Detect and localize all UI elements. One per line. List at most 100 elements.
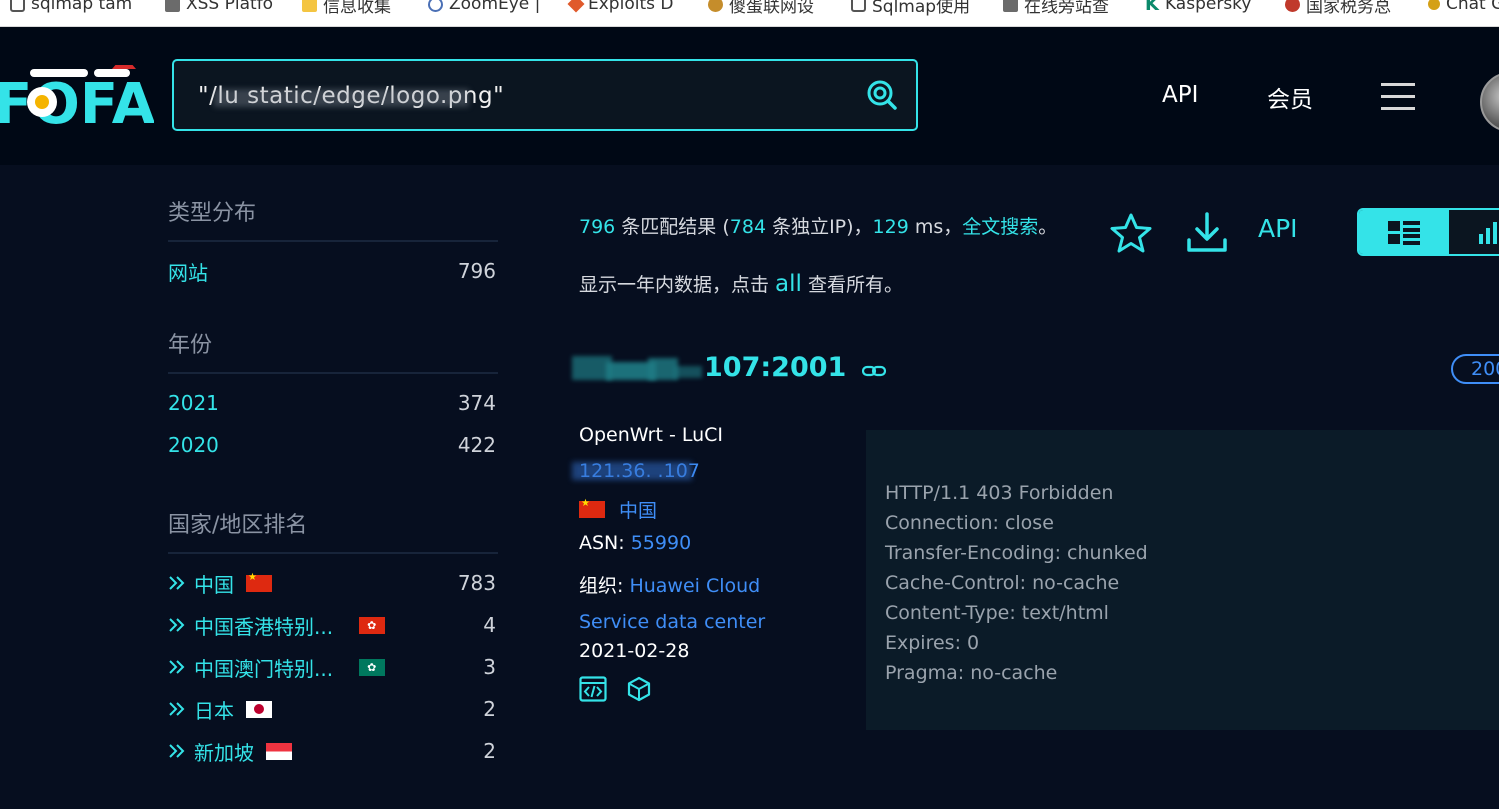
site-header: FOFA "/lu static/edge/logo.png" API 会员 bbox=[0, 27, 1499, 165]
eye-icon bbox=[428, 0, 443, 12]
chart-view-icon[interactable] bbox=[1477, 220, 1499, 244]
filter-country-mo[interactable]: 中国澳门特别... 3 bbox=[168, 646, 498, 688]
double-chevron-right-icon bbox=[169, 744, 185, 758]
type-section-title: 类型分布 bbox=[168, 201, 257, 226]
filter-type-website[interactable]: 网站 796 bbox=[168, 250, 498, 292]
double-chevron-right-icon bbox=[169, 660, 185, 674]
filter-count: 2 bbox=[483, 739, 496, 763]
http-header-line: Content-Type: text/html bbox=[885, 602, 1109, 624]
divider bbox=[168, 552, 498, 554]
bookmark-sidesite[interactable]: 在线旁站查 bbox=[1003, 0, 1109, 17]
search-redaction bbox=[214, 89, 469, 107]
api-button[interactable]: API bbox=[1258, 214, 1298, 243]
search-icon[interactable] bbox=[866, 79, 898, 111]
link-icon bbox=[10, 0, 25, 12]
view-toggle[interactable] bbox=[1357, 208, 1499, 256]
show-all-link[interactable]: all bbox=[775, 271, 802, 297]
divider bbox=[168, 372, 498, 374]
exploit-icon bbox=[567, 0, 585, 13]
filter-country-cn[interactable]: 中国 783 bbox=[168, 562, 498, 604]
folder-icon bbox=[302, 0, 317, 12]
filter-count: 783 bbox=[457, 571, 496, 595]
filter-country-sg[interactable]: 新加坡 2 bbox=[168, 730, 498, 772]
fulltext-search-link[interactable]: 全文搜索 bbox=[962, 216, 1038, 238]
bookmark-info-collect[interactable]: 信息收集 bbox=[302, 0, 391, 17]
filter-label[interactable]: 网站 bbox=[168, 257, 208, 286]
link-icon[interactable] bbox=[862, 362, 886, 380]
http-header-line: HTTP/1.1 403 Forbidden bbox=[885, 482, 1114, 504]
code-icon[interactable] bbox=[579, 676, 607, 702]
filter-count: 3 bbox=[483, 655, 496, 679]
time-range-notice: 显示一年内数据，点击 all 查看所有。 bbox=[579, 271, 903, 297]
hongkong-flag-icon bbox=[359, 616, 386, 634]
filter-label[interactable]: 2020 bbox=[168, 433, 219, 457]
bookmark-shodan-cn[interactable]: 傻蛋联网设 bbox=[708, 0, 814, 17]
avatar[interactable] bbox=[1480, 72, 1499, 132]
chat-icon bbox=[1428, 0, 1440, 10]
nav-api-link[interactable]: API bbox=[1162, 82, 1198, 108]
filter-count: 422 bbox=[457, 433, 496, 457]
bookmark-tax[interactable]: 国家税务总 bbox=[1285, 0, 1391, 17]
result-summary: 796 条匹配结果 (784 条独立IP)，129 ms，全文搜索。 bbox=[579, 216, 1058, 238]
japan-flag-icon bbox=[246, 700, 272, 718]
bookmark-sqlmap[interactable]: sqlmap tam bbox=[10, 0, 132, 17]
cube-icon[interactable] bbox=[627, 676, 651, 702]
filter-label[interactable]: 日本 bbox=[194, 695, 234, 724]
star-icon[interactable] bbox=[1110, 212, 1152, 254]
hamburger-menu-icon[interactable] bbox=[1381, 83, 1415, 111]
http-header-line: Connection: close bbox=[885, 512, 1054, 534]
bookmark-zoomeye[interactable]: ZoomEye | bbox=[428, 0, 540, 17]
http-header-line: Cache-Control: no-cache bbox=[885, 572, 1120, 594]
svg-text:FOFA: FOFA bbox=[0, 72, 154, 135]
filter-label[interactable]: 2021 bbox=[168, 391, 219, 415]
http-header-line: Expires: 0 bbox=[885, 632, 980, 654]
total-count: 796 bbox=[579, 216, 616, 238]
china-flag-icon bbox=[246, 572, 272, 592]
download-icon[interactable] bbox=[1185, 210, 1229, 254]
search-input[interactable]: "/lu static/edge/logo.png" bbox=[172, 59, 918, 131]
bookmark-xss[interactable]: XSS Platfo bbox=[165, 0, 273, 17]
bookmarks-bar: sqlmap tam XSS Platfo 信息收集 ZoomEye | Exp… bbox=[0, 0, 1499, 27]
result-host-link[interactable]: 107:2001 bbox=[704, 352, 846, 383]
filter-count: 4 bbox=[483, 613, 496, 637]
filter-year-2020[interactable]: 2020 422 bbox=[168, 424, 498, 466]
filter-label[interactable]: 新加坡 bbox=[194, 737, 254, 766]
kaspersky-icon: K bbox=[1145, 0, 1159, 15]
country-link[interactable]: 中国 bbox=[619, 496, 657, 523]
bookmark-sqlmap-usage[interactable]: Sqlmap使用 bbox=[851, 0, 970, 17]
filter-count: 2 bbox=[483, 697, 496, 721]
filter-count: 374 bbox=[457, 391, 496, 415]
result-org: 组织: Huawei Cloud Service data center bbox=[579, 575, 766, 633]
result-country[interactable]: 中国 bbox=[579, 496, 829, 523]
bookmark-exploits[interactable]: Exploits D bbox=[567, 0, 673, 17]
filter-country-jp[interactable]: 日本 2 bbox=[168, 688, 498, 730]
filter-country-hk[interactable]: 中国香港特别... 4 bbox=[168, 604, 498, 646]
double-chevron-right-icon bbox=[169, 702, 185, 716]
double-chevron-right-icon bbox=[169, 576, 185, 590]
singapore-flag-icon bbox=[266, 742, 292, 760]
divider bbox=[168, 240, 498, 242]
nav-membership-link[interactable]: 会员 bbox=[1267, 80, 1313, 114]
filter-sidebar: 类型分布 网站 796 年份 2021 374 2020 422 国家/地区排名… bbox=[168, 200, 498, 772]
macau-flag-icon bbox=[359, 658, 386, 676]
asn-link[interactable]: 55990 bbox=[631, 532, 691, 554]
bookmark-chat[interactable]: Chat G bbox=[1428, 0, 1499, 17]
filter-label[interactable]: 中国香港特别... bbox=[194, 611, 333, 640]
list-view-button[interactable] bbox=[1359, 210, 1449, 254]
filter-year-2021[interactable]: 2021 374 bbox=[168, 382, 498, 424]
http-header-line: Pragma: no-cache bbox=[885, 662, 1058, 684]
ip-redaction bbox=[572, 462, 692, 480]
status-badge: 200 bbox=[1451, 354, 1499, 384]
double-chevron-right-icon bbox=[169, 618, 185, 632]
result-asn: ASN: 55990 bbox=[579, 532, 692, 554]
http-header-line: Transfer-Encoding: chunked bbox=[885, 542, 1148, 564]
filter-label[interactable]: 中国 bbox=[194, 569, 234, 598]
bookmark-kaspersky[interactable]: K Kaspersky bbox=[1145, 0, 1251, 17]
link-icon bbox=[851, 0, 866, 12]
country-section-title: 国家/地区排名 bbox=[168, 513, 308, 538]
fofa-logo[interactable]: FOFA bbox=[0, 65, 154, 135]
list-view-icon bbox=[1388, 221, 1420, 245]
filter-label[interactable]: 中国澳门特别... bbox=[194, 653, 333, 682]
china-flag-icon bbox=[579, 498, 605, 518]
result-title: OpenWrt - LuCI bbox=[579, 424, 724, 446]
